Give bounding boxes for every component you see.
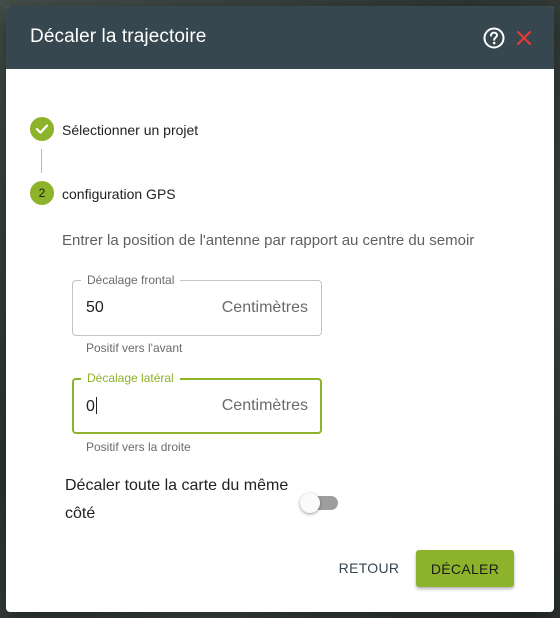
- dialog-header: Décaler la trajectoire: [6, 6, 554, 69]
- dialog-title: Décaler la trajectoire: [30, 26, 207, 47]
- help-icon[interactable]: [483, 27, 505, 49]
- shift-whole-map-toggle[interactable]: [300, 492, 340, 514]
- front-offset-value[interactable]: 50: [86, 299, 104, 317]
- instructions-text: Entrer la position de l'antenne par rapp…: [62, 232, 475, 249]
- lateral-offset-label: Décalage latéral: [81, 371, 180, 385]
- toggle-thumb: [300, 493, 320, 513]
- shift-trajectory-dialog: Décaler la trajectoire Sélectionner un p…: [6, 6, 554, 612]
- front-offset-helper: Positif vers l'avant: [86, 341, 183, 355]
- front-offset-field[interactable]: Décalage frontal 50 Centimètres: [72, 273, 322, 336]
- front-offset-label: Décalage frontal: [81, 273, 181, 287]
- shift-button[interactable]: DÉCALER: [416, 550, 514, 587]
- step-2-number: 2: [30, 181, 54, 205]
- close-icon[interactable]: [515, 29, 533, 47]
- step-1-label: Sélectionner un projet: [62, 122, 199, 138]
- lateral-offset-field[interactable]: Décalage latéral 0 Centimètres: [72, 371, 322, 434]
- back-button[interactable]: RETOUR: [331, 550, 407, 586]
- lateral-offset-value: 0: [86, 398, 95, 415]
- lateral-offset-helper: Positif vers la droite: [86, 440, 191, 454]
- shift-whole-map-label: Décaler toute la carte du même côté: [65, 477, 289, 522]
- step-2-label: configuration GPS: [62, 186, 176, 202]
- step-connector: [41, 149, 42, 173]
- text-caret: [95, 397, 97, 414]
- front-offset-unit: Centimètres: [221, 299, 308, 316]
- step-completed-check-icon: [30, 117, 54, 141]
- lateral-offset-unit: Centimètres: [221, 397, 308, 414]
- lateral-offset-input[interactable]: 0: [86, 397, 97, 416]
